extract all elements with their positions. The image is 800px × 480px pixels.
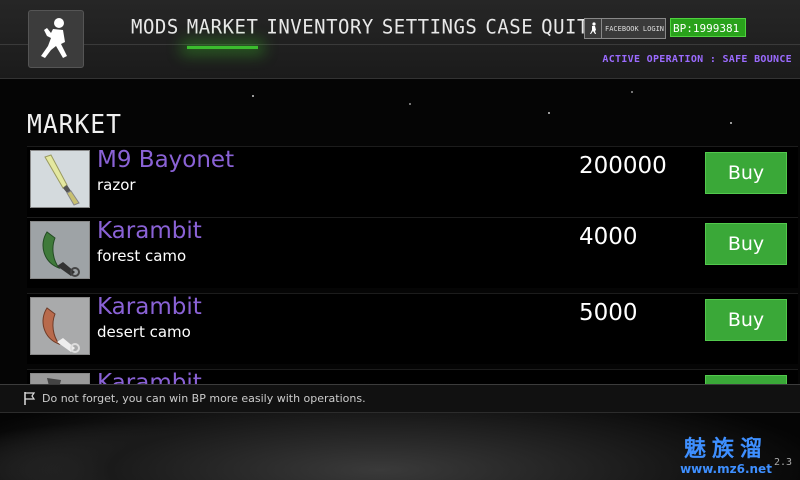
bp-balance-badge: BP:1999381 (670, 18, 746, 37)
buy-button[interactable]: Buy (705, 223, 787, 265)
item-name: M9 Bayonet (97, 147, 235, 173)
item-name: Karambit (97, 370, 202, 384)
divider (0, 44, 800, 45)
player-icon (585, 19, 602, 38)
item-price: 5000 (579, 300, 638, 326)
market-row: M9 Bayonet razor 200000 Buy (27, 146, 798, 217)
facebook-login-button[interactable]: FACEBOOK LOGIN (584, 18, 666, 39)
item-skin: razor (97, 176, 136, 194)
player-silhouette-icon (41, 18, 67, 58)
buy-button[interactable]: Buy (705, 152, 787, 194)
market-row: Karambit desert camo 5000 Buy (27, 293, 798, 364)
nav-settings[interactable]: SETTINGS (378, 11, 482, 43)
watermark-logo: 魅族溜 www.mz6.net (656, 437, 796, 477)
item-skin: forest camo (97, 247, 187, 265)
nav-case[interactable]: CASE (481, 11, 537, 43)
nav-inventory[interactable]: INVENTORY (262, 11, 377, 43)
market-row: Karambit forest camo 4000 Buy (27, 217, 798, 288)
karambit-icon (30, 373, 90, 384)
watermark-text: 魅族溜 (683, 437, 768, 462)
karambit-desert-camo-icon (30, 297, 90, 355)
flag-icon (24, 392, 36, 405)
page-title: MARKET (27, 110, 122, 140)
item-skin: desert camo (97, 323, 191, 341)
nav-mods[interactable]: MODS (127, 11, 183, 43)
tip-text: Do not forget, you can win BP more easil… (42, 392, 366, 405)
item-price: 4000 (579, 224, 638, 250)
item-name: Karambit (97, 218, 202, 244)
top-bar: MODS MARKET INVENTORY SETTINGS CASE QUIT… (0, 0, 800, 79)
game-logo (28, 10, 84, 68)
tip-bar: Do not forget, you can win BP more easil… (0, 384, 800, 413)
m9-bayonet-razor-icon (30, 150, 90, 208)
nav-market[interactable]: MARKET (183, 11, 263, 50)
buy-button[interactable]: Buy (705, 299, 787, 341)
main-nav: MODS MARKET INVENTORY SETTINGS CASE QUIT (127, 11, 593, 50)
karambit-forest-camo-icon (30, 221, 90, 279)
item-price: 200000 (579, 153, 667, 179)
watermark-url: www.mz6.net (680, 462, 772, 476)
item-name: Karambit (97, 294, 202, 320)
market-list[interactable]: M9 Bayonet razor 200000 Buy Karambit for… (27, 146, 798, 384)
active-operation-label: ACTIVE OPERATION : SAFE BOUNCE (602, 54, 792, 65)
buy-button[interactable] (705, 375, 787, 384)
facebook-login-label: FACEBOOK LOGIN (605, 24, 665, 33)
market-row: Karambit (27, 369, 798, 384)
